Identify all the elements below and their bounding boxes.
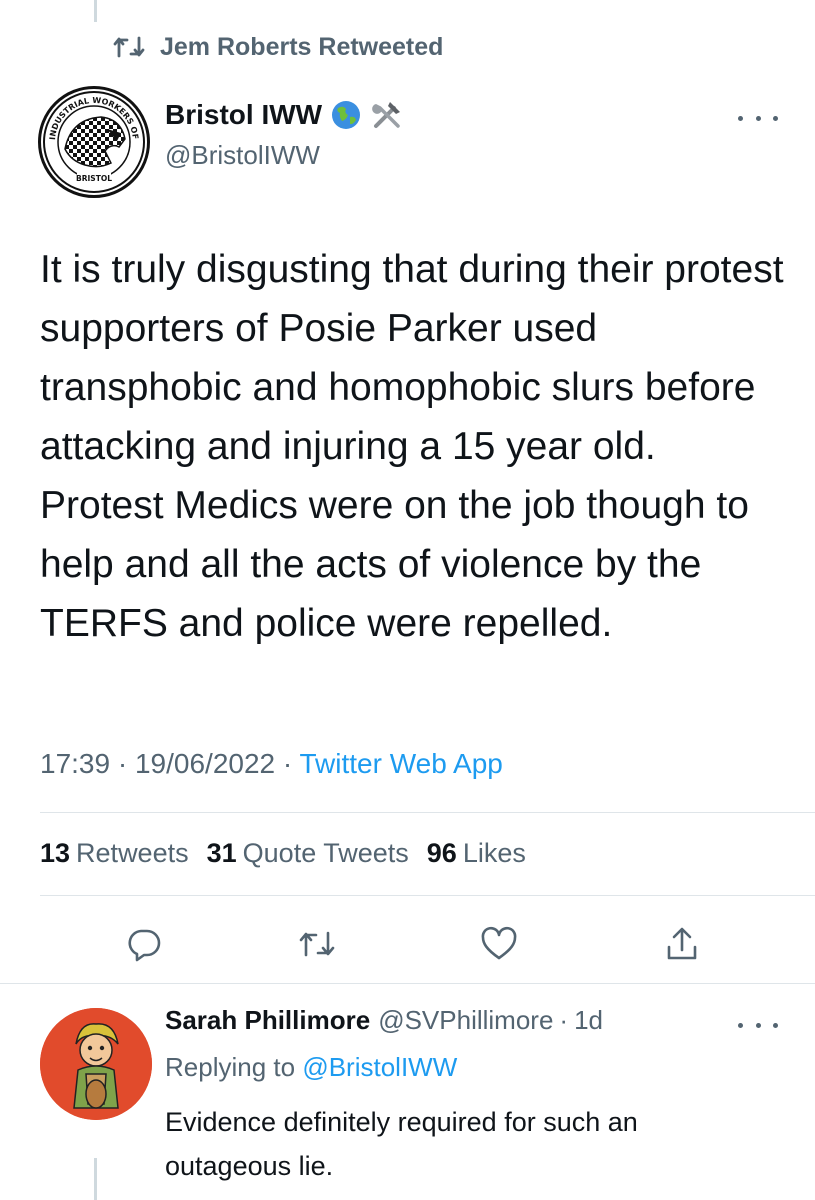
hammer-wrench-emoji bbox=[370, 98, 404, 132]
retweets-stat[interactable]: 13 Retweets bbox=[40, 838, 189, 869]
svg-text:BRISTOL: BRISTOL bbox=[76, 174, 112, 183]
like-icon bbox=[481, 926, 517, 960]
iww-logo: INDUSTRIAL WORKERS OF THE WORLD BRISTOL bbox=[41, 89, 145, 193]
divider bbox=[0, 983, 815, 984]
retweet-banner[interactable]: Jem Roberts Retweeted bbox=[112, 30, 443, 64]
retweet-button[interactable] bbox=[295, 922, 339, 966]
globe-emoji bbox=[330, 99, 362, 131]
thread-line bbox=[94, 1158, 97, 1200]
author-name-row[interactable]: Bristol IWW bbox=[165, 98, 404, 132]
author-display-name[interactable]: Bristol IWW bbox=[165, 99, 322, 131]
tweet-time[interactable]: 17:39 bbox=[40, 748, 110, 779]
tweet-source[interactable]: Twitter Web App bbox=[300, 748, 503, 779]
share-button[interactable] bbox=[660, 922, 704, 966]
reply-age[interactable]: 1d bbox=[574, 1005, 603, 1036]
meta-separator: · bbox=[282, 748, 293, 779]
reply-author-name[interactable]: Sarah Phillimore bbox=[165, 1005, 370, 1036]
reply-separator: · bbox=[559, 1005, 569, 1035]
replying-to-label: Replying to bbox=[165, 1052, 296, 1082]
reply-header: Sarah Phillimore @SVPhillimore · 1d bbox=[165, 1005, 603, 1036]
tweet-stats: 13 Retweets 31 Quote Tweets 96 Likes bbox=[40, 838, 526, 869]
cartoon-character-image bbox=[40, 1008, 152, 1120]
share-icon bbox=[667, 927, 697, 960]
retweet-icon bbox=[299, 931, 335, 957]
divider bbox=[40, 895, 815, 896]
reply-author-avatar[interactable] bbox=[40, 1008, 152, 1120]
retweet-banner-text: Jem Roberts Retweeted bbox=[160, 32, 444, 61]
more-options-icon[interactable] bbox=[738, 108, 778, 128]
tweet-meta: 17:39 · 19/06/2022 · Twitter Web App bbox=[40, 748, 503, 780]
like-button[interactable] bbox=[477, 922, 521, 966]
replying-to-mention[interactable]: @BristolIWW bbox=[302, 1052, 457, 1082]
divider bbox=[40, 812, 815, 813]
author-handle[interactable]: @BristolIWW bbox=[165, 140, 320, 171]
meta-separator: · bbox=[117, 748, 128, 779]
thread-line bbox=[94, 0, 97, 22]
reply-icon bbox=[128, 929, 161, 962]
reply-text: Evidence definitely required for such an… bbox=[165, 1107, 638, 1181]
reply-button[interactable] bbox=[122, 922, 166, 966]
tweet-date[interactable]: 19/06/2022 bbox=[135, 748, 275, 779]
replying-to: Replying to @BristolIWW bbox=[165, 1052, 457, 1083]
retweet-icon bbox=[113, 36, 145, 58]
tweet-text: It is truly disgusting that during their… bbox=[40, 248, 795, 645]
tweet-action-bar bbox=[40, 912, 775, 972]
author-avatar[interactable]: INDUSTRIAL WORKERS OF THE WORLD BRISTOL bbox=[38, 86, 150, 198]
reply-more-options-icon[interactable] bbox=[738, 1015, 778, 1035]
likes-stat[interactable]: 96 Likes bbox=[427, 838, 526, 869]
reply-author-handle[interactable]: @SVPhillimore bbox=[378, 1005, 553, 1036]
quote-tweets-stat[interactable]: 31 Quote Tweets bbox=[207, 838, 409, 869]
